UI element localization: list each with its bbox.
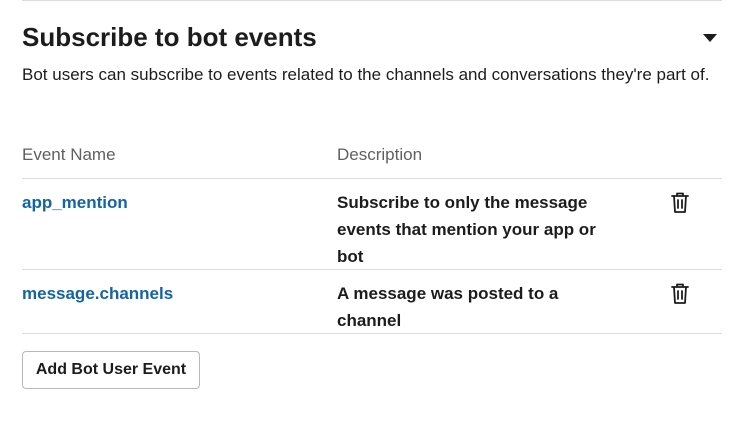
table-row: message.channels A message was posted to… <box>22 270 722 334</box>
add-bot-user-event-button[interactable]: Add Bot User Event <box>22 351 200 389</box>
column-header-description: Description <box>337 145 423 164</box>
section-header: Subscribe to bot events <box>22 18 722 58</box>
table-row: app_mention Subscribe to only the messag… <box>22 179 722 270</box>
trash-icon[interactable] <box>669 191 691 215</box>
events-table: Event Name Description app_mention Subsc… <box>22 138 722 334</box>
section-description: Bot users can subscribe to events relate… <box>22 65 710 84</box>
top-divider <box>22 0 722 1</box>
table-header: Event Name Description <box>22 138 722 179</box>
event-description: A message was posted to a channel <box>337 284 559 330</box>
event-name-link[interactable]: message.channels <box>22 280 173 307</box>
event-name-link[interactable]: app_mention <box>22 189 128 216</box>
section-title: Subscribe to bot events <box>22 22 317 52</box>
caret-down-icon[interactable] <box>702 32 718 44</box>
trash-icon[interactable] <box>669 282 691 306</box>
event-description: Subscribe to only the message events tha… <box>337 193 596 266</box>
column-header-event-name: Event Name <box>22 145 116 164</box>
